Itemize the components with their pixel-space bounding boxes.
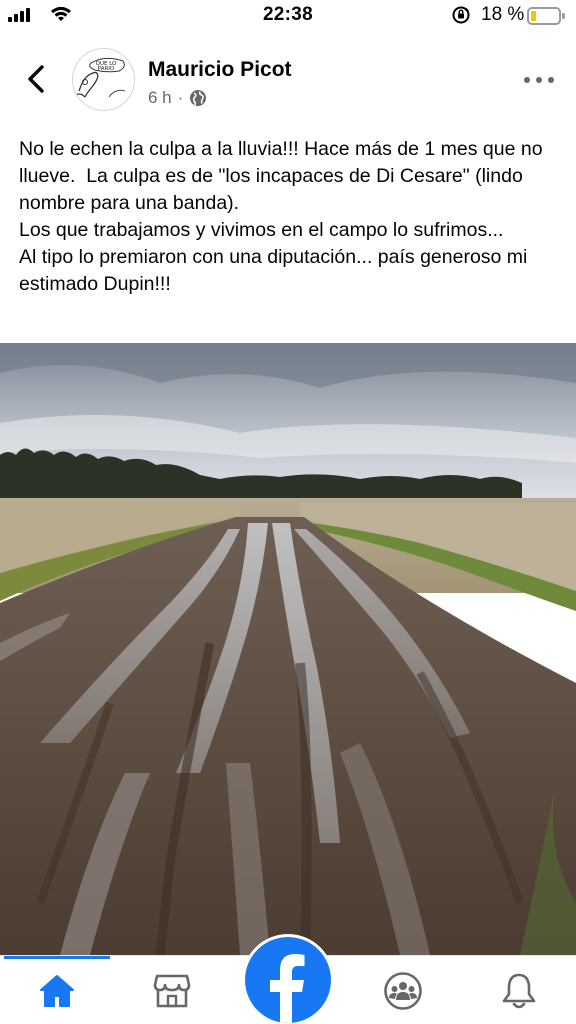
active-tab-indicator: [4, 956, 110, 959]
post-meta: 6 h ·: [148, 88, 207, 108]
battery-icon: [527, 7, 565, 25]
facebook-logo-icon[interactable]: [245, 937, 331, 1023]
globe-icon: [190, 90, 207, 106]
groups-icon: [384, 972, 422, 1010]
more-options-button[interactable]: [524, 74, 554, 86]
facebook-f-glyph: [270, 954, 305, 1023]
chevron-left-icon[interactable]: [22, 62, 50, 96]
avatar[interactable]: QUE LO PARIO: [72, 48, 135, 111]
post-photo[interactable]: [0, 343, 576, 955]
post-text-line: Los que trabajamos y vivimos en el campo…: [19, 219, 504, 241]
battery-fill: [531, 11, 536, 21]
orientation-lock-icon: [452, 6, 470, 24]
nav-groups[interactable]: [382, 970, 424, 1012]
author-name[interactable]: Mauricio Picot: [148, 58, 292, 82]
muddy-dirt-road-photo: [0, 343, 576, 955]
nav-notifications[interactable]: [498, 970, 540, 1012]
avatar-text-line-2: PARIO: [98, 66, 115, 72]
post-text-line: No le echen la culpa a la lluvia!!! Hace…: [19, 138, 548, 214]
post-text-line: Al tipo lo premiaron con una diputación.…: [19, 246, 533, 295]
nav-home[interactable]: [36, 970, 78, 1012]
bell-icon: [502, 973, 536, 1009]
more-horizontal-icon: [524, 77, 530, 83]
post-text: No le echen la culpa a la lluvia!!! Hace…: [19, 136, 564, 298]
battery-percent: 18 %: [481, 4, 525, 25]
nav-marketplace[interactable]: [151, 970, 193, 1012]
status-bar: 22:38 18 %: [0, 0, 576, 34]
home-icon: [40, 975, 74, 1007]
post-time[interactable]: 6 h: [148, 88, 172, 108]
marketplace-store-icon: [153, 974, 191, 1008]
meta-separator: ·: [177, 88, 184, 107]
avatar-image: QUE LO PARIO: [75, 57, 126, 98]
